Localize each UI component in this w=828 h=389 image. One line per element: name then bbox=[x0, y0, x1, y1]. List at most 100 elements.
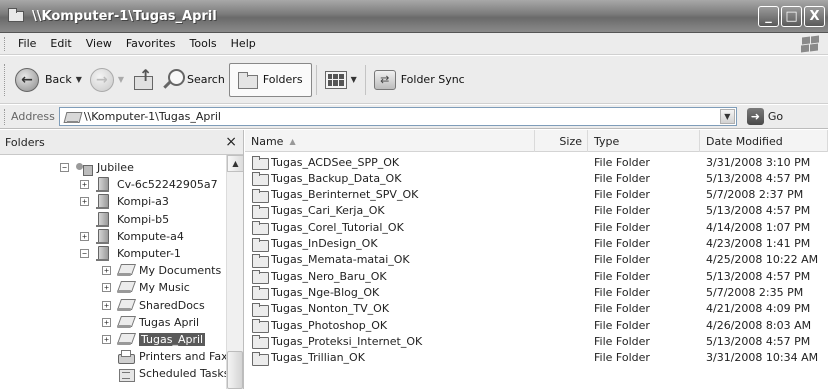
column-date-modified[interactable]: Date Modified bbox=[700, 130, 828, 152]
file-row[interactable]: Tugas_Memata-matai_OK File Folder 4/25/200… bbox=[245, 252, 828, 268]
file-date-modified: 4/21/2008 4:09 PM bbox=[706, 302, 811, 316]
tree-item[interactable]: + Tugas April bbox=[102, 314, 199, 331]
expand-icon[interactable]: + bbox=[80, 231, 89, 241]
title-bar: \\Komputer-1\Tugas_April _ □ X bbox=[0, 0, 828, 33]
tree-item[interactable]: − Komputer-1 bbox=[80, 245, 181, 262]
maximize-button[interactable]: □ bbox=[781, 6, 802, 27]
chevron-down-icon[interactable]: ▼ bbox=[118, 75, 124, 84]
file-row[interactable]: Tugas_Nonton_TV_OK File Folder 4/21/2008 4… bbox=[245, 301, 828, 317]
tree-item[interactable]: + SharedDocs bbox=[102, 297, 205, 314]
menu-help[interactable]: Help bbox=[224, 37, 263, 50]
file-row[interactable]: Tugas_Cari_Kerja_OK File Folder 5/13/2008 … bbox=[245, 203, 828, 219]
address-dropdown-chevron-icon[interactable]: ▼ bbox=[719, 109, 735, 124]
scheduled-tasks-icon bbox=[117, 366, 135, 383]
menu-file[interactable]: File bbox=[11, 37, 43, 50]
folder-tree-scrollbar[interactable]: ▲ bbox=[226, 155, 243, 389]
tree-item-label: Tugas_April bbox=[139, 333, 206, 346]
tree-item-label: Tugas April bbox=[139, 315, 200, 329]
file-date-modified: 5/13/2008 4:57 PM bbox=[706, 269, 811, 283]
expand-icon[interactable]: + bbox=[102, 317, 111, 327]
collapse-icon[interactable]: − bbox=[80, 249, 89, 258]
shared-folder-icon bbox=[117, 315, 134, 330]
file-row[interactable]: Tugas_ACDSee_SPP_OK File Folder 3/31/2008 … bbox=[245, 154, 828, 170]
menu-view[interactable]: View bbox=[79, 37, 119, 50]
column-header-row: Name ▲ Size Type Date Modified bbox=[245, 130, 828, 152]
menu-tools[interactable]: Tools bbox=[183, 37, 224, 50]
file-row[interactable]: Tugas_Nge-Blog_OK File Folder 5/7/2008 2:3… bbox=[245, 284, 828, 301]
file-row[interactable]: Tugas_Trillian_OK File Folder 3/31/2008 10… bbox=[245, 350, 828, 366]
collapse-icon[interactable]: − bbox=[60, 163, 69, 172]
tree-item[interactable]: + Cv-6c52242905a7 bbox=[80, 176, 218, 193]
tree-item-label: Kompi-b5 bbox=[117, 212, 170, 226]
file-row[interactable]: Tugas_Photoshop_OK File Folder 4/26/2008 8… bbox=[245, 317, 828, 333]
file-row[interactable]: Tugas_Backup_Data_OK File Folder 5/13/2008… bbox=[245, 170, 828, 187]
up-button[interactable] bbox=[128, 62, 158, 98]
close-button[interactable]: X bbox=[804, 6, 825, 27]
computer-icon bbox=[95, 194, 112, 210]
expand-icon[interactable]: + bbox=[102, 266, 111, 276]
column-size[interactable]: Size bbox=[535, 130, 588, 152]
close-icon[interactable]: × bbox=[225, 134, 237, 150]
file-row[interactable]: Tugas_Corel_Tutorial_OK File Folder 4/14/2… bbox=[245, 219, 828, 236]
minimize-button[interactable]: _ bbox=[758, 6, 779, 27]
address-input[interactable]: \\Komputer-1\Tugas_April ▼ bbox=[58, 107, 737, 126]
tree-item[interactable]: − Jubilee bbox=[60, 159, 134, 176]
views-button[interactable]: ▼ bbox=[321, 62, 361, 98]
file-row[interactable]: Tugas_InDesign_OK File Folder 4/23/2008 1:… bbox=[245, 236, 828, 252]
toolbar-grip[interactable] bbox=[4, 36, 7, 51]
tree-item[interactable]: + Tugas_April bbox=[102, 331, 206, 348]
shared-folder-icon bbox=[117, 280, 134, 295]
back-button[interactable]: ← Back ▼ bbox=[11, 62, 86, 98]
network-share-icon bbox=[64, 110, 80, 124]
search-button[interactable]: Search bbox=[158, 62, 229, 98]
folders-pane: Folders × − Jubilee + Cv-6c52242905a7 + Kompi… bbox=[0, 130, 244, 389]
tree-item[interactable]: + Kompi-a3 bbox=[80, 193, 169, 210]
network-group-icon bbox=[75, 160, 93, 176]
forward-button[interactable]: → ▼ bbox=[86, 62, 128, 98]
chevron-down-icon[interactable]: ▼ bbox=[76, 75, 82, 84]
folder-icon bbox=[252, 270, 269, 285]
go-button[interactable]: ➜ Go bbox=[746, 108, 783, 125]
toolbar-grip[interactable] bbox=[4, 108, 7, 125]
expand-icon[interactable]: + bbox=[102, 283, 111, 293]
tree-item[interactable]: + My Documents bbox=[102, 262, 221, 279]
expand-icon[interactable]: + bbox=[102, 335, 111, 344]
tree-item-label: Scheduled Tasks bbox=[139, 367, 226, 381]
folders-button[interactable]: Folders bbox=[228, 62, 312, 97]
folders-pane-header: Folders × bbox=[0, 130, 243, 155]
tree-item[interactable]: Kompi-b5 bbox=[80, 211, 169, 228]
file-name: Tugas_Photoshop_OK bbox=[271, 318, 388, 332]
expand-icon[interactable]: + bbox=[80, 197, 89, 207]
file-name-cell: Tugas_Backup_Data_OK bbox=[252, 170, 401, 187]
menu-edit[interactable]: Edit bbox=[43, 37, 78, 50]
tree-item-label: Kompi-a3 bbox=[117, 195, 169, 209]
scroll-up-arrow-icon[interactable]: ▲ bbox=[227, 155, 243, 172]
tree-item[interactable]: Scheduled Tasks bbox=[102, 365, 226, 383]
file-name-cell: Tugas_Nero_Baru_OK bbox=[252, 268, 387, 285]
folder-icon bbox=[252, 335, 269, 350]
folder-icon bbox=[252, 319, 269, 333]
chevron-down-icon[interactable]: ▼ bbox=[351, 75, 357, 84]
file-name: Tugas_Nonton_TV_OK bbox=[271, 302, 390, 316]
menu-favorites[interactable]: Favorites bbox=[119, 37, 183, 50]
expand-icon[interactable]: + bbox=[80, 180, 89, 190]
scrollbar-thumb[interactable] bbox=[227, 351, 243, 389]
column-name[interactable]: Name ▲ bbox=[245, 130, 535, 152]
expand-icon[interactable]: + bbox=[102, 300, 111, 310]
column-type[interactable]: Type bbox=[588, 130, 700, 152]
file-name: Tugas_Trillian_OK bbox=[271, 351, 365, 365]
file-row[interactable]: Tugas_Nero_Baru_OK File Folder 5/13/2008 4… bbox=[245, 268, 828, 285]
toolbar-separator bbox=[315, 64, 317, 95]
tree-item[interactable]: + Kompute-a4 bbox=[80, 228, 184, 245]
file-type: File Folder bbox=[594, 220, 650, 234]
shared-folder-icon bbox=[117, 298, 134, 313]
folder-sync-button[interactable]: ⇄ Folder Sync bbox=[370, 62, 469, 98]
file-row[interactable]: Tugas_Proteksi_Internet_OK File Folder 5/1… bbox=[245, 333, 828, 350]
file-row[interactable]: Tugas_Berinternet_SPV_OK File Folder 5/7/2… bbox=[245, 187, 828, 203]
file-name: Tugas_Nero_Baru_OK bbox=[271, 269, 387, 283]
folder-tree: − Jubilee + Cv-6c52242905a7 + Kompi-a3 Kompi-b… bbox=[0, 155, 226, 389]
tree-item-label: Kompute-a4 bbox=[117, 229, 184, 243]
toolbar-grip[interactable] bbox=[4, 63, 7, 96]
tree-item[interactable]: + My Music bbox=[102, 279, 190, 296]
tree-item[interactable]: Printers and Faxes bbox=[102, 348, 226, 365]
